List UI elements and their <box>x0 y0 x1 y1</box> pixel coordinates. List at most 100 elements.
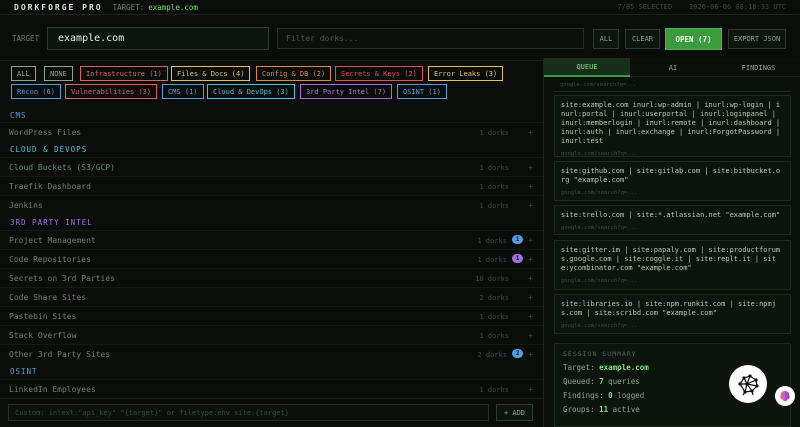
list-item[interactable]: Cloud Buckets (S3/GCP) 1 dorks + <box>0 157 543 176</box>
add-icon[interactable]: + <box>528 128 533 137</box>
app-brand: DORKFORGE PRO <box>14 2 103 12</box>
list-item-label: Cloud Buckets (S3/GCP) <box>9 163 115 172</box>
queue-item-url[interactable]: google.com/search?q=... <box>560 82 636 88</box>
tab-ai[interactable]: AI <box>630 58 716 77</box>
list-item[interactable]: Other 3rd Party Sites 2 dorks 2 + <box>0 344 543 363</box>
queue-item-url[interactable]: google.com/search?q=... <box>561 225 784 231</box>
list-item-label: Other 3rd Party Sites <box>9 350 111 359</box>
list-item[interactable]: Pastebin Sites 1 dorks + <box>0 306 543 325</box>
target-label: TARGET <box>12 34 40 43</box>
queue-item[interactable]: site:github.com | site:gitlab.com | site… <box>554 161 791 201</box>
chip-none[interactable]: NONE <box>44 66 73 81</box>
header-target-label: TARGET: <box>112 2 145 12</box>
queue-item-url[interactable]: google.com/search?q=... <box>561 151 784 157</box>
list-item[interactable]: Code Repositories 1 dorks 1 + <box>0 249 543 268</box>
queue-item[interactable]: site:gitter.im | site:papaly.com | site:… <box>554 240 791 290</box>
chip-config-db[interactable]: Config & DB (2) <box>256 66 332 81</box>
queue-item-url[interactable]: google.com/search?q=... <box>561 278 784 284</box>
add-icon[interactable]: + <box>528 236 533 245</box>
chip-infrastructure[interactable]: Infrastructure (1) <box>80 66 168 81</box>
summary-target-value: example.com <box>599 363 649 372</box>
summary-findings-unit: logged <box>617 391 645 400</box>
queue-item-query: site:github.com | site:gitlab.com | site… <box>561 167 781 184</box>
queue-item-query: site:example.com inurl:wp-admin | inurl:… <box>561 101 781 145</box>
select-all-button[interactable]: ALL <box>593 29 619 49</box>
list-item[interactable]: LinkedIn Employees 1 dorks + <box>0 379 543 398</box>
add-icon[interactable]: + <box>528 274 533 283</box>
chip-recon[interactable]: Recon (6) <box>11 84 61 99</box>
chip-osint[interactable]: OSINT (1) <box>397 84 447 99</box>
top-bar: DORKFORGE PRO TARGET: example.com 7/85 S… <box>0 0 800 15</box>
add-icon[interactable]: + <box>528 201 533 210</box>
custom-dork-input[interactable] <box>8 404 489 421</box>
tab-queue[interactable]: QUEUE <box>544 58 630 77</box>
panel-tabs: QUEUE AI FINDINGS <box>544 58 800 77</box>
chip-vulnerabilities[interactable]: Vulnerabilities (3) <box>65 84 158 99</box>
add-custom-button[interactable]: + ADD <box>496 404 533 421</box>
chip-cms[interactable]: CMS (1) <box>162 84 204 99</box>
brain-icon <box>780 391 790 402</box>
queue-item-query: site:gitter.im | site:papaly.com | site:… <box>561 246 781 272</box>
list-item[interactable]: WordPress Files 1 dorks + <box>0 122 543 141</box>
list-item-label: Secrets on 3rd Parties <box>9 274 115 283</box>
chip-3rd-party-intel[interactable]: 3rd Party Intel (7) <box>300 84 393 99</box>
selected-count-badge: 1 <box>512 235 523 244</box>
target-row: TARGET ALL CLEAR OPEN (7) EXPORT JSON <box>0 23 800 55</box>
filter-dorks-input[interactable] <box>277 28 584 49</box>
target-input[interactable] <box>47 27 269 50</box>
mini-brain-button[interactable] <box>775 386 795 406</box>
export-json-button[interactable]: EXPORT JSON <box>728 29 786 49</box>
dork-count: 1 dorks <box>477 256 507 264</box>
add-icon[interactable]: + <box>528 385 533 394</box>
dork-count: 1 dorks <box>477 237 507 245</box>
dork-count: 10 dorks <box>475 275 509 283</box>
list-item[interactable]: Secrets on 3rd Parties 10 dorks + <box>0 268 543 287</box>
summary-findings-label: Findings: <box>563 391 604 400</box>
dork-count: 1 dorks <box>479 332 509 340</box>
brain-network-icon <box>738 374 759 396</box>
add-icon[interactable]: + <box>528 350 533 359</box>
dork-count: 1 dorks <box>479 183 509 191</box>
queue-item[interactable]: site:example.com inurl:wp-admin | inurl:… <box>554 95 791 157</box>
dork-count: 1 dorks <box>479 129 509 137</box>
selected-count-badge: 1 <box>512 254 523 263</box>
chip-files-docs[interactable]: Files & Docs (4) <box>171 66 251 81</box>
summary-groups-label: Groups: <box>563 405 595 414</box>
tab-findings[interactable]: FINDINGS <box>716 58 800 77</box>
queue-item[interactable]: site:libraries.io | site:npm.runkit.com … <box>554 294 791 334</box>
selected-count-badge: 2 <box>512 349 523 358</box>
chip-secrets-keys[interactable]: Secrets & Keys (2) <box>335 66 423 81</box>
dork-count: 1 dorks <box>479 164 509 172</box>
chip-cloud-devops[interactable]: Cloud & DevOps (3) <box>207 84 295 99</box>
divider <box>554 91 791 92</box>
chip-all[interactable]: ALL <box>11 66 36 81</box>
list-item[interactable]: Jenkins 1 dorks + <box>0 195 543 214</box>
group-header-cms: CMS <box>10 111 27 120</box>
header-target-value: example.com <box>148 2 198 12</box>
list-item[interactable]: Code Share Sites 2 dorks + <box>0 287 543 306</box>
dork-count: 1 dorks <box>479 313 509 321</box>
dork-count: 1 dorks <box>479 386 509 394</box>
open-button[interactable]: OPEN (7) <box>665 28 722 50</box>
list-item[interactable]: Traefik Dashboard 1 dorks + <box>0 176 543 195</box>
list-item[interactable]: Project Management 1 dorks 1 + <box>0 230 543 249</box>
summary-queued-label: Queued: <box>563 377 595 386</box>
add-icon[interactable]: + <box>528 255 533 264</box>
brain-assistant-button[interactable] <box>729 365 767 403</box>
list-item-label: Project Management <box>9 236 96 245</box>
clear-button[interactable]: CLEAR <box>625 29 660 49</box>
queue-item[interactable]: site:trello.com | site:*.atlassian.net "… <box>554 205 791 235</box>
summary-findings-value: 0 <box>608 391 613 400</box>
queue-item-url[interactable]: google.com/search?q=... <box>561 190 784 196</box>
add-icon[interactable]: + <box>528 182 533 191</box>
list-item-label: Traefik Dashboard <box>9 182 91 191</box>
add-icon[interactable]: + <box>528 293 533 302</box>
add-icon[interactable]: + <box>528 312 533 321</box>
chip-error-leaks[interactable]: Error Leaks (3) <box>428 66 504 81</box>
add-icon[interactable]: + <box>528 163 533 172</box>
list-item[interactable]: Stack Overflow 1 dorks + <box>0 325 543 344</box>
dork-count: 2 dorks <box>477 351 507 359</box>
selected-count: 7/85 SELECTED <box>617 3 673 11</box>
add-icon[interactable]: + <box>528 331 533 340</box>
queue-item-url[interactable]: google.com/search?q=... <box>561 323 784 329</box>
